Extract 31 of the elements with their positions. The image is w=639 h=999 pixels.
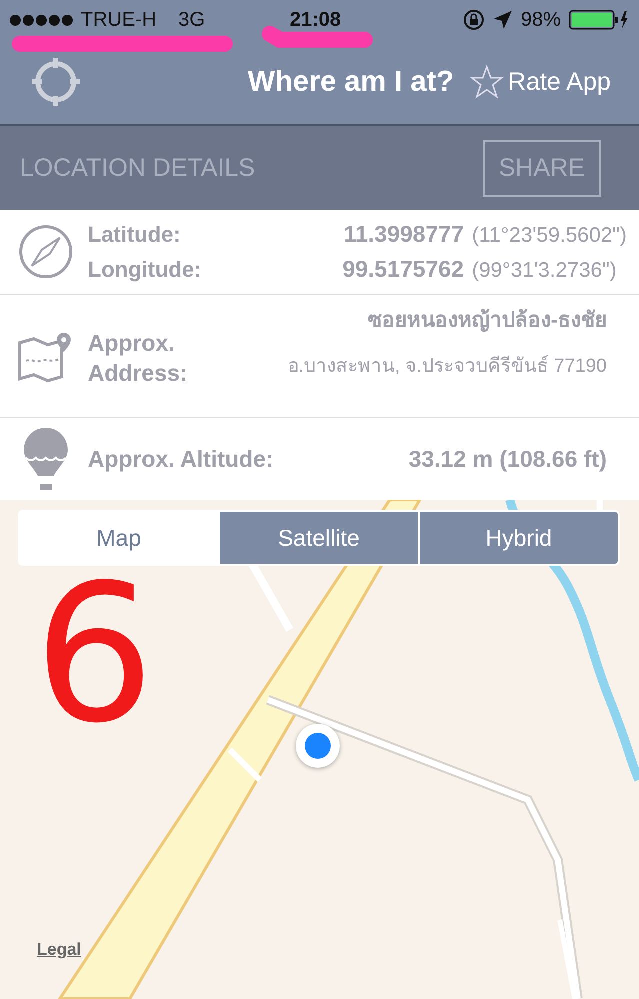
address-label: Approx. Address:: [88, 329, 189, 388]
location-arrow-icon: [492, 10, 513, 30]
coordinate-value: 11.3998777: [342, 221, 464, 248]
app-title: Where am I at?: [248, 66, 454, 98]
crosshair-icon[interactable]: [30, 56, 82, 108]
coordinate-dms: (99°31'3.2736"): [472, 259, 618, 283]
carrier-name: TRUE-H: [81, 8, 157, 32]
coordinate-dms: (11°23'59.5602"): [472, 224, 627, 248]
section-title: LOCATION DETAILS: [20, 154, 256, 182]
rate-app-button[interactable]: Rate App: [470, 65, 611, 99]
legal-link[interactable]: Legal: [37, 940, 82, 960]
network-type: 3G: [178, 8, 206, 32]
coordinate-value: 99.5175762: [342, 256, 464, 283]
map-type-tab[interactable]: Hybrid: [418, 512, 618, 564]
altitude-label: Approx. Altitude:: [88, 446, 274, 472]
battery-icon: [569, 9, 629, 31]
map-pin-icon: [18, 331, 74, 383]
share-button[interactable]: SHARE: [482, 140, 601, 196]
rotation-lock-icon: [462, 9, 485, 31]
address-line: อ.บางสะพาน, จ.ประจวบคีรีขันธ์ 77190: [286, 354, 607, 379]
coordinate-label: Longitude:: [88, 257, 202, 283]
battery-percent: 98%: [520, 8, 561, 32]
map-type-tab[interactable]: Map: [20, 512, 218, 564]
star-icon: [470, 65, 504, 99]
altitude-value: 33.12 m (108.66 ft): [408, 446, 608, 472]
compass-icon: [18, 224, 74, 280]
signal-icon: [10, 14, 73, 26]
address-line: ซอยหนองหญ้าปล้อง-ธงชัย: [367, 308, 607, 334]
coordinate-label: Latitude:: [88, 222, 182, 248]
status-time: 21:08: [290, 8, 342, 32]
map-type-tab[interactable]: Satellite: [218, 512, 418, 564]
